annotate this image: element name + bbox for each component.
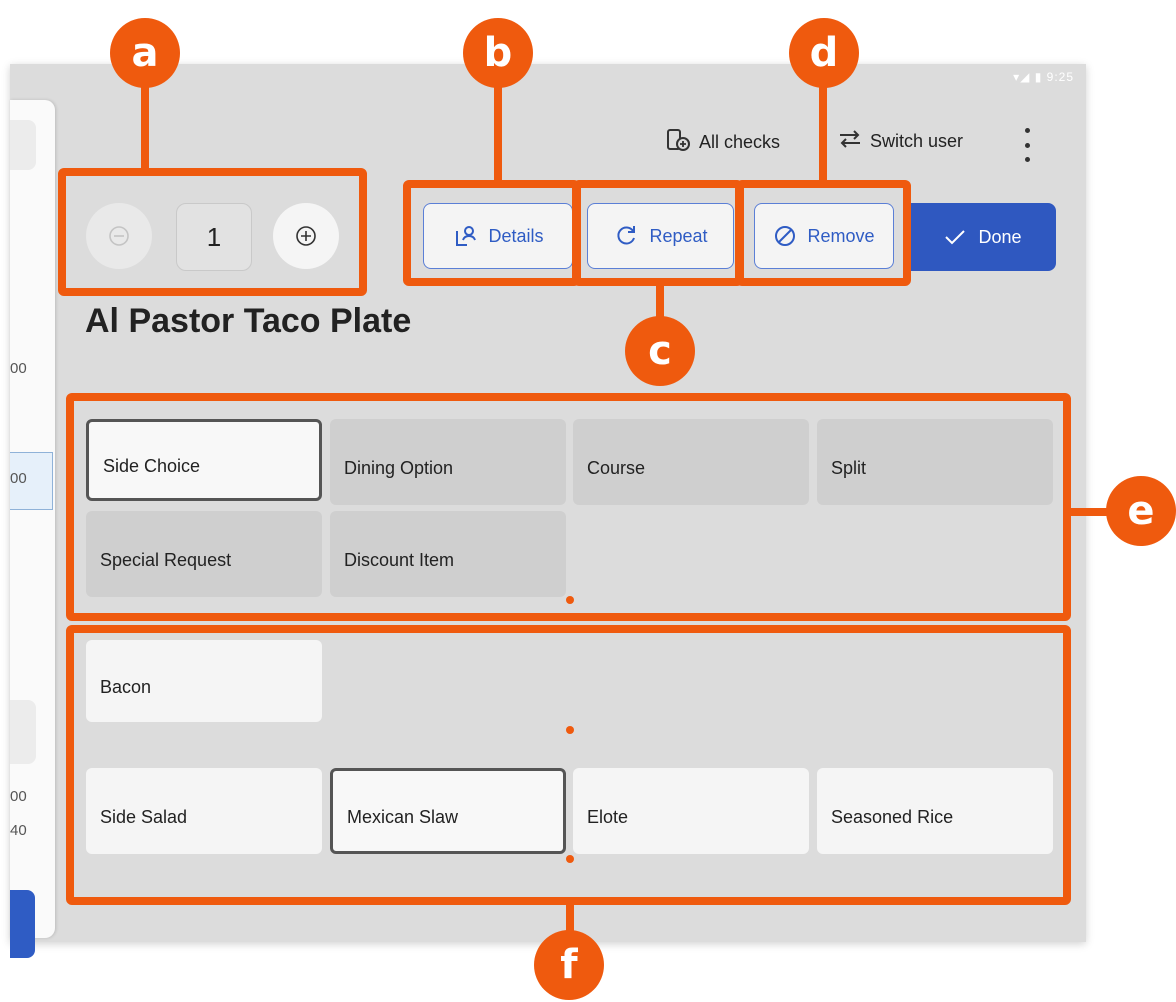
- side-panel-field-2[interactable]: [10, 700, 36, 764]
- switch-user-icon: [838, 128, 862, 155]
- annotation-anchor-dot: [566, 855, 574, 863]
- annotation-label-f: f: [534, 930, 604, 1000]
- side-panel-price-4: 40: [10, 822, 27, 839]
- annotation-box-a: [58, 168, 367, 296]
- check-icon: [945, 230, 966, 245]
- done-button[interactable]: Done: [910, 203, 1056, 271]
- annotation-label-d: d: [789, 18, 859, 88]
- annotation-anchor-dot: [566, 726, 574, 734]
- annotation-label-a: a: [110, 18, 180, 88]
- annotation-label-e: e: [1106, 476, 1176, 546]
- annotation-line-b: [494, 72, 502, 182]
- done-label: Done: [978, 226, 1022, 247]
- annotation-label-b: b: [463, 18, 533, 88]
- all-checks-icon: [665, 128, 691, 157]
- annotation-label-c: c: [625, 316, 695, 386]
- item-title: Al Pastor Taco Plate: [85, 302, 412, 340]
- annotation-box-b: [403, 180, 580, 286]
- side-panel-pay-button[interactable]: [10, 890, 35, 958]
- annotation-box-c: [573, 180, 743, 286]
- more-vert-icon[interactable]: [1017, 128, 1037, 162]
- side-panel-field[interactable]: [10, 120, 36, 170]
- order-side-panel: 00 00 00 40: [10, 100, 55, 958]
- all-checks-button[interactable]: All checks: [665, 128, 780, 157]
- annotation-box-d: [736, 180, 911, 286]
- annotation-box-e: [66, 393, 1071, 621]
- switch-user-button[interactable]: Switch user: [838, 128, 963, 155]
- side-panel-price-2: 00: [10, 470, 27, 487]
- status-bar: ▾◢ ▮ 9:25: [1013, 70, 1074, 84]
- annotation-box-f: [66, 625, 1071, 905]
- status-time: 9:25: [1046, 70, 1074, 84]
- annotation-anchor-dot: [566, 596, 574, 604]
- side-panel-price-3: 00: [10, 788, 27, 805]
- switch-user-label: Switch user: [870, 131, 964, 151]
- side-panel-price-1: 00: [10, 360, 27, 377]
- all-checks-label: All checks: [699, 132, 781, 152]
- annotation-line-d: [819, 72, 827, 182]
